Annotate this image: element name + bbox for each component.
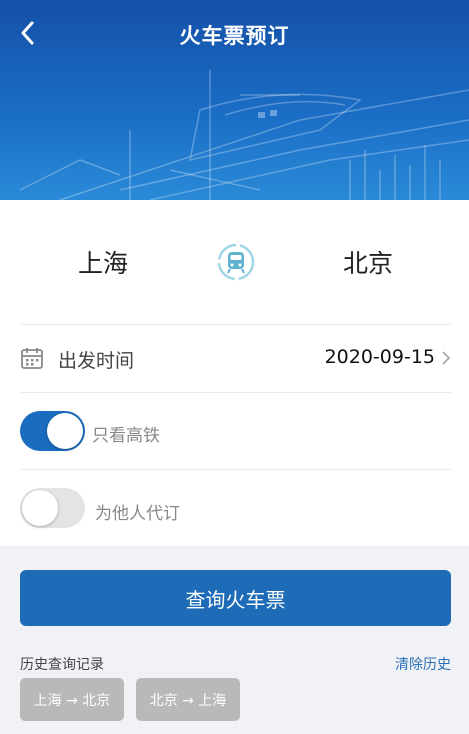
- departure-label: 出发时间: [58, 350, 135, 372]
- high-speed-only-label: 只看高铁: [92, 426, 160, 446]
- header-banner: 火车票预订: [0, 0, 469, 200]
- history-chip[interactable]: 上海 → 北京: [20, 678, 124, 721]
- toggle-knob: [47, 413, 83, 449]
- book-for-others-row: 为他人代订: [0, 469, 469, 545]
- departure-date: 2020-09-15: [324, 346, 435, 368]
- book-for-others-toggle[interactable]: [20, 488, 85, 528]
- search-tickets-button[interactable]: 查询火车票: [20, 570, 451, 626]
- route-selector: 上海 北京: [0, 200, 469, 324]
- swap-cities-button[interactable]: [216, 242, 256, 282]
- to-city[interactable]: 北京: [343, 244, 393, 280]
- page-title: 火车票预订: [179, 24, 290, 48]
- book-for-others-label: 为他人代订: [95, 504, 180, 524]
- history-chip[interactable]: 北京 → 上海: [136, 678, 240, 721]
- train-swap-icon: [217, 243, 255, 281]
- toggle-knob: [22, 490, 58, 526]
- booking-card: 上海 北京 出发时间 2020-09-15 只看高铁 为他人代订: [0, 200, 469, 546]
- chevron-right-icon: [442, 351, 451, 365]
- departure-date-row[interactable]: 出发时间 2020-09-15: [0, 324, 469, 392]
- clear-history-link[interactable]: 清除历史: [395, 654, 451, 674]
- calendar-icon: [21, 348, 43, 369]
- from-city[interactable]: 上海: [78, 244, 128, 280]
- history-title: 历史查询记录: [20, 657, 104, 673]
- high-speed-only-toggle[interactable]: [20, 411, 85, 451]
- high-speed-only-row: 只看高铁: [0, 392, 469, 468]
